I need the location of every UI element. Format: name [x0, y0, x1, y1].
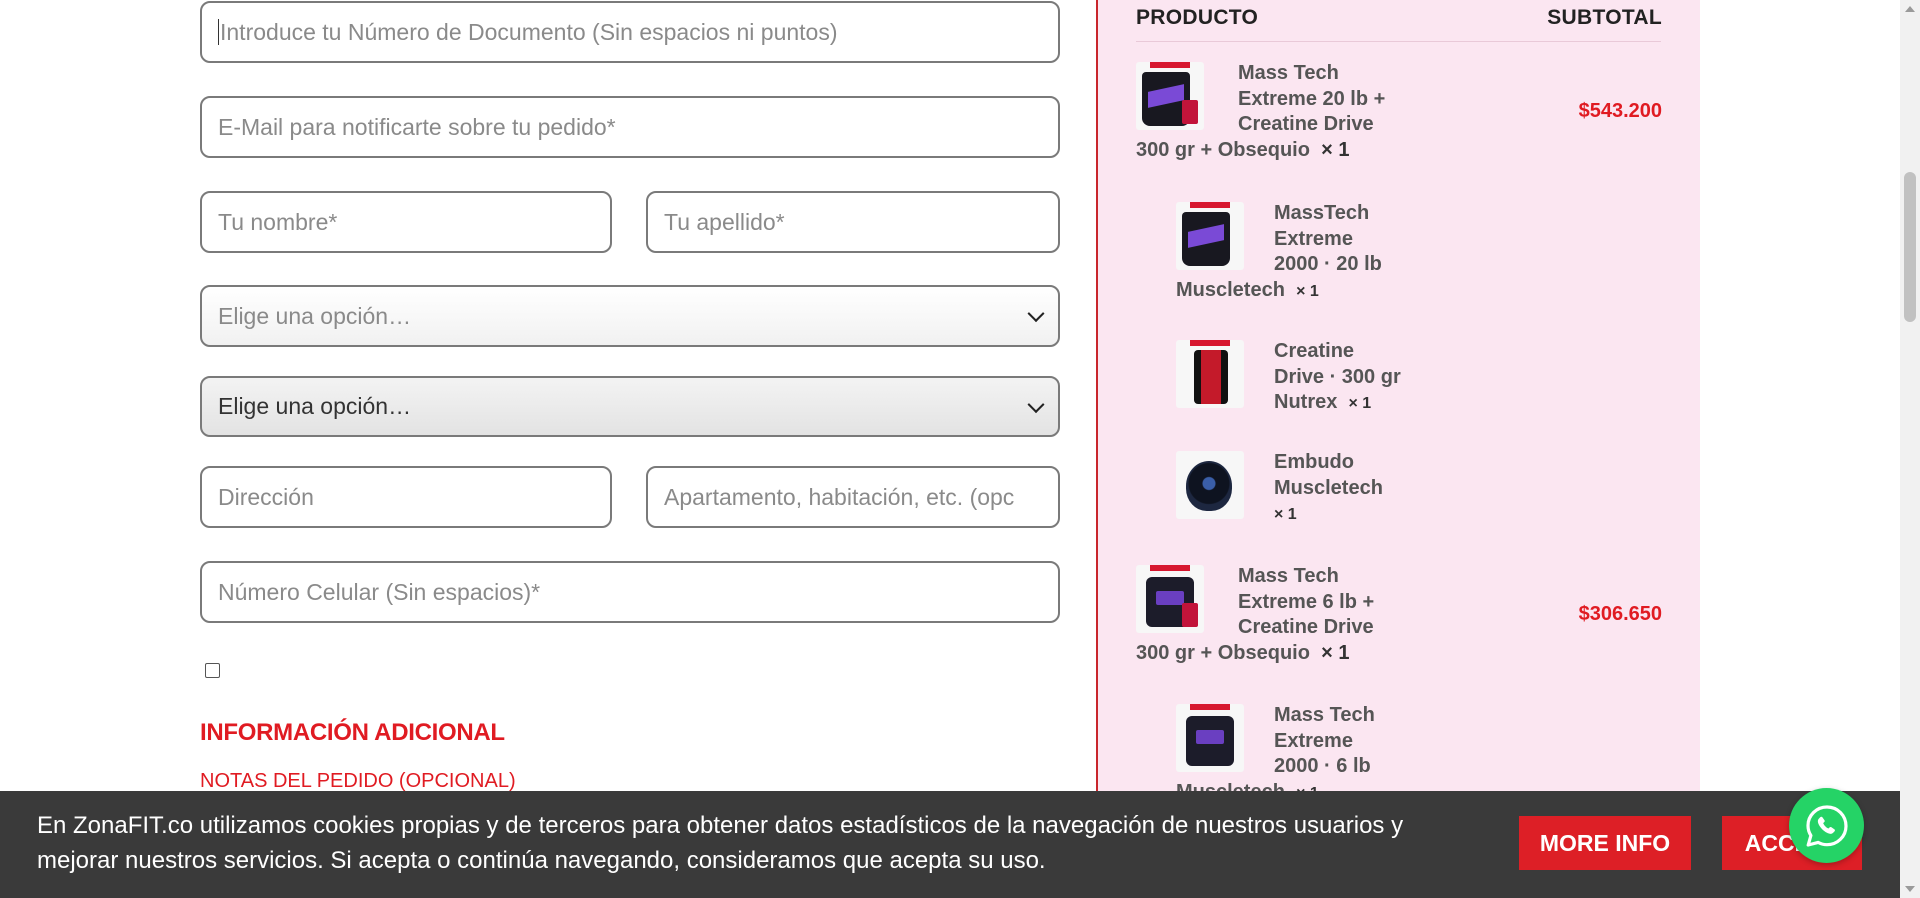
scroll-down-arrow-icon[interactable] [1905, 886, 1915, 892]
address-field[interactable]: Dirección [200, 466, 612, 528]
more-info-button[interactable]: MORE INFO [1519, 816, 1691, 870]
item-name-line: 300 gr + Obsequio [1136, 138, 1310, 161]
cookie-consent-text: En ZonaFIT.co utilizamos cookies propias… [37, 812, 1404, 874]
department-select-value: Elige una opción… [218, 302, 412, 329]
item-price: $306.650 [1578, 603, 1662, 625]
item-name-line: Extreme [1274, 729, 1353, 752]
last-name-field[interactable]: Tu apellido* [646, 191, 1060, 253]
apartment-placeholder: Apartamento, habitación, etc. (opc [664, 483, 1015, 510]
item-name-line: Mass Tech [1238, 62, 1339, 84]
scrollbar-thumb[interactable] [1904, 172, 1916, 322]
order-item: Creatine Drive · 300 gr Nutrex × 1 [1176, 339, 1476, 417]
city-select-value: Elige una opción… [218, 393, 412, 419]
item-name-line: Drive · 300 gr [1274, 365, 1401, 388]
first-name-placeholder: Tu nombre* [218, 208, 338, 235]
order-item: Embudo Muscletech × 1 [1176, 450, 1476, 528]
order-summary: PRODUCTO SUBTOTAL Mass Tech Extreme 20 l… [1098, 0, 1700, 898]
order-item: Mass Tech Extreme 20 lb + Creatine Drive… [1136, 61, 1436, 163]
header-divider [1136, 41, 1661, 42]
item-name-line: Extreme [1274, 227, 1353, 250]
first-name-field[interactable]: Tu nombre* [200, 191, 612, 253]
city-select[interactable]: Elige una opción… [200, 376, 1060, 437]
subtotal-column-header: SUBTOTAL [1547, 6, 1662, 29]
item-name-line: 300 gr + Obsequio [1136, 641, 1310, 664]
apartment-field[interactable]: Apartamento, habitación, etc. (opc [646, 466, 1060, 528]
item-name-line: Extreme 20 lb + [1238, 87, 1386, 110]
phone-placeholder: Número Celular (Sin espacios)* [218, 578, 541, 605]
whatsapp-icon [1805, 804, 1848, 847]
department-select[interactable]: Elige una opción… [200, 285, 1060, 347]
item-name-line: Embudo [1274, 451, 1354, 473]
document-number-field[interactable]: Introduce tu Número de Documento (Sin es… [200, 1, 1060, 63]
item-quantity: × 1 [1296, 282, 1319, 300]
additional-info-heading: INFORMACIÓN ADICIONAL [200, 719, 505, 746]
whatsapp-button[interactable] [1789, 788, 1864, 863]
chevron-down-icon [1027, 305, 1045, 323]
cookie-consent-bar: En ZonaFIT.co utilizamos cookies propias… [0, 791, 1900, 898]
item-name-line: MassTech [1274, 202, 1370, 224]
item-name-line: 2000 · 20 lb [1274, 253, 1382, 275]
order-item: MassTech Extreme 2000 · 20 lb Muscletech… [1176, 201, 1476, 304]
item-name-line: Muscletech [1176, 278, 1285, 301]
chevron-down-icon [1027, 395, 1045, 413]
item-name-line: Mass Tech [1274, 704, 1375, 726]
item-quantity: × 1 [1321, 641, 1350, 664]
page-scrollbar[interactable] [1900, 0, 1920, 898]
item-name-line: Creatine Drive [1238, 113, 1374, 135]
item-name-line: Nutrex [1274, 391, 1338, 413]
document-number-placeholder: Introduce tu Número de Documento (Sin es… [220, 18, 838, 45]
product-column-header: PRODUCTO [1136, 6, 1259, 29]
item-name-line: Extreme 6 lb + [1238, 590, 1375, 613]
item-quantity: × 1 [1348, 395, 1372, 412]
item-name-line: Mass Tech [1238, 565, 1339, 587]
address-placeholder: Dirección [218, 483, 314, 510]
last-name-placeholder: Tu apellido* [664, 208, 785, 235]
item-quantity: × 1 [1274, 506, 1297, 523]
item-price: $543.200 [1578, 100, 1662, 122]
scroll-up-arrow-icon[interactable] [1905, 6, 1915, 12]
item-name-line: Creatine [1274, 340, 1355, 362]
phone-field[interactable]: Número Celular (Sin espacios)* [200, 561, 1060, 623]
terms-checkbox[interactable] [205, 663, 220, 678]
item-name-line: Muscletech [1274, 476, 1383, 499]
email-field[interactable]: E-Mail para notificarte sobre tu pedido* [200, 96, 1060, 158]
order-notes-label: NOTAS DEL PEDIDO (OPCIONAL) [200, 770, 516, 792]
order-item: Mass Tech Extreme 6 lb + Creatine Drive … [1136, 564, 1436, 666]
email-placeholder: E-Mail para notificarte sobre tu pedido* [218, 113, 616, 140]
item-name-line: Creatine Drive [1238, 616, 1374, 638]
item-name-line: 2000 · 6 lb [1274, 755, 1371, 777]
item-quantity: × 1 [1321, 138, 1350, 161]
